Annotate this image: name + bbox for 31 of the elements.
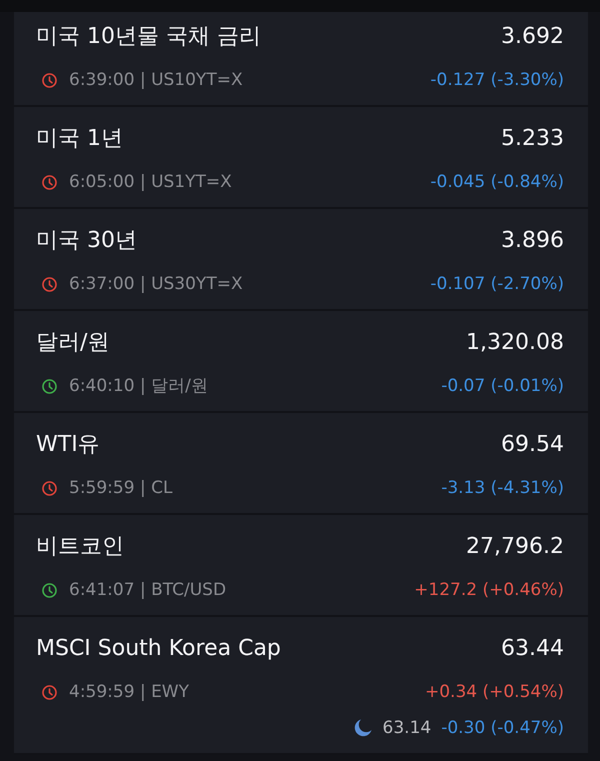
quote-time-symbol: 4:59:59 | EWY (69, 681, 190, 704)
quote-name: WTI유 (36, 431, 100, 459)
quote-time-symbol: 6:39:00 | US10YT=X (69, 69, 243, 92)
quote-change: -0.045 (-0.84%) (430, 171, 564, 194)
quote-price: 69.54 (501, 431, 564, 459)
quote-name: 비트코인 (36, 533, 124, 561)
after-hours-price: 63.14 (382, 717, 432, 740)
quote-time-symbol: 5:59:59 | CL (69, 477, 172, 500)
quote-time-symbol: 6:40:10 | 달러/원 (69, 375, 208, 398)
quote-name: 미국 10년물 국채 금리 (36, 23, 261, 51)
quote-price: 3.692 (501, 23, 564, 51)
quote-time-symbol: 6:41:07 | BTC/USD (69, 579, 226, 602)
quote-price: 3.896 (501, 227, 564, 255)
quote-price: 27,796.2 (466, 533, 564, 561)
quote-time-symbol: 6:05:00 | US1YT=X (69, 171, 232, 194)
moon-icon (352, 718, 373, 738)
quote-change: -3.13 (-4.31%) (441, 477, 564, 500)
after-hours-change: -0.30 (-0.47%) (441, 717, 564, 740)
quote-change: -0.07 (-0.01%) (441, 375, 564, 398)
quote-name: 미국 1년 (36, 125, 123, 153)
quote-time-symbol: 6:37:00 | US30YT=X (69, 273, 243, 296)
quote-name: MSCI South Korea Cap (36, 635, 281, 663)
quote-change: -0.127 (-3.30%) (430, 69, 564, 92)
quote-price: 5.233 (501, 125, 564, 153)
quote-price: 1,320.08 (466, 329, 564, 357)
quote-price: 63.44 (501, 635, 564, 663)
quote-change: +127.2 (+0.46%) (414, 579, 564, 602)
quote-name: 달러/원 (36, 329, 110, 357)
quote-change: +0.34 (+0.54%) (424, 681, 564, 704)
quote-name: 미국 30년 (36, 227, 137, 255)
quote-change: -0.107 (-2.70%) (430, 273, 564, 296)
